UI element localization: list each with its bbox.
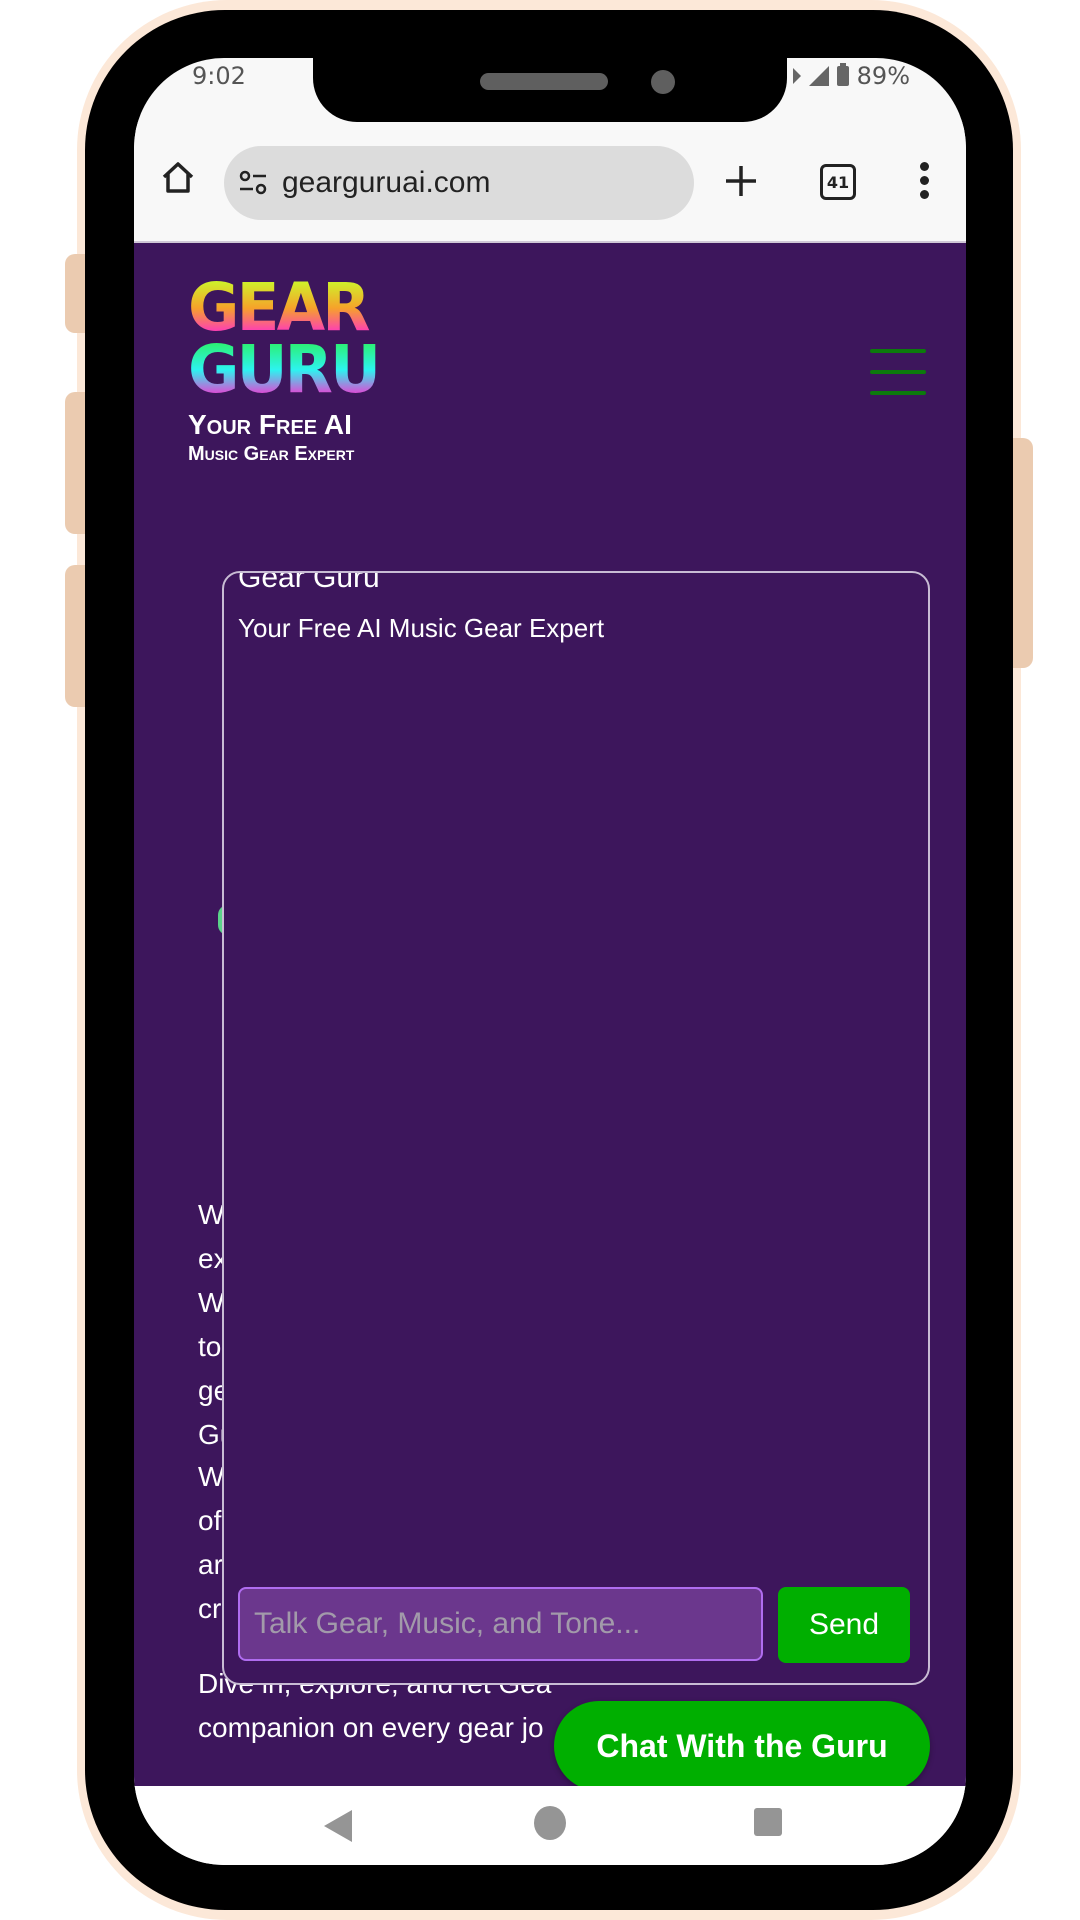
system-nav-bar (134, 1786, 966, 1865)
logo-word-gear: GEAR (188, 275, 388, 341)
chat-with-guru-button[interactable]: Chat With the Guru (554, 1701, 930, 1786)
speaker-grille (480, 73, 608, 90)
battery-percent: 89% (856, 62, 910, 90)
volume-down-button (65, 565, 85, 707)
more-vert-icon[interactable] (918, 162, 930, 202)
chat-panel: Gear Guru Your Free AI Music Gear Expert… (222, 571, 930, 1685)
chat-subtitle: Your Free AI Music Gear Expert (238, 613, 605, 643)
send-button[interactable]: Send (778, 1587, 910, 1663)
power-button (1013, 438, 1033, 668)
side-button (65, 254, 85, 333)
battery-icon (836, 63, 849, 86)
camera-notch (313, 58, 787, 122)
site-logo[interactable]: GEAR GURU Your Free AI Music Gear Expert (188, 275, 398, 466)
hamburger-icon[interactable] (870, 349, 926, 395)
logo-tagline: Your Free AI (188, 409, 352, 440)
web-content: GEAR GURU Your Free AI Music Gear Expert… (134, 243, 966, 1786)
data-arrow-icon (792, 68, 801, 84)
browser-toolbar: gearguruai.com 41 (134, 122, 966, 243)
signal-icon (808, 66, 829, 86)
home-icon[interactable] (158, 158, 198, 198)
volume-up-button (65, 392, 85, 534)
tune-icon[interactable] (238, 170, 268, 196)
front-camera (651, 70, 675, 94)
phone-screen: 9:02 89% gearguruai.com 41 GEAR GURU You… (134, 58, 966, 1865)
chat-title: Gear Guru (238, 571, 380, 594)
chat-message-input[interactable] (238, 1587, 763, 1661)
home-circle-icon[interactable] (534, 1806, 566, 1840)
back-icon[interactable] (324, 1810, 352, 1842)
recents-icon[interactable] (754, 1808, 782, 1836)
plus-icon[interactable] (724, 164, 758, 198)
tab-switcher-button[interactable]: 41 (820, 164, 856, 200)
logo-tagline-sub: Music Gear Expert (188, 443, 355, 465)
url-text[interactable]: gearguruai.com (282, 166, 490, 200)
address-bar[interactable]: gearguruai.com (224, 146, 694, 220)
logo-word-guru: GURU (188, 337, 388, 403)
status-icons: 89% (792, 62, 910, 90)
status-time: 9:02 (192, 62, 246, 90)
